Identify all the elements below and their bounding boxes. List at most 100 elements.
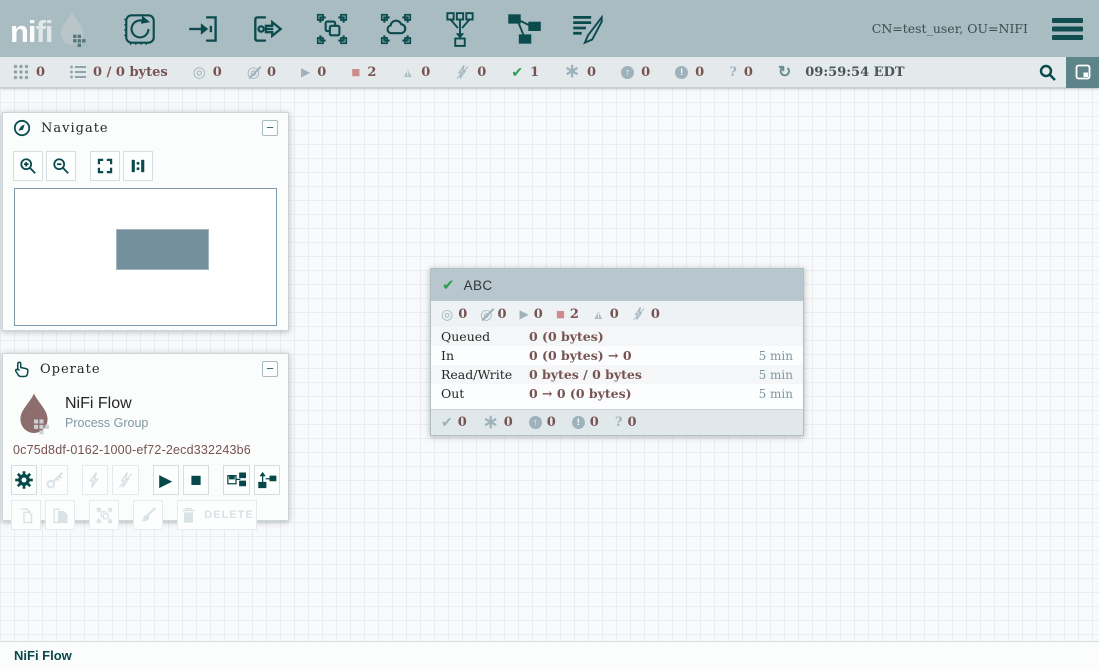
- process-group-abc[interactable]: ✔ ABC ◎ 0 ◎ 0 ▶ 0 ■ 2: [430, 268, 804, 436]
- locally-modified-icon: ∗: [564, 65, 580, 79]
- process-group-draggable[interactable]: [312, 9, 352, 49]
- transmitting-badge: ◎ 0: [441, 307, 467, 322]
- selected-component-name: NiFi Flow: [65, 395, 148, 413]
- zoom-actual-size-button[interactable]: [123, 151, 153, 181]
- operate-collapse-button[interactable]: −: [262, 361, 278, 377]
- zoom-out-button[interactable]: [46, 151, 76, 181]
- process-group-stats: Queued 0 (0 bytes) In 0 (0 bytes) → 0 5 …: [431, 327, 803, 403]
- locally-modified-icon: ∗: [483, 416, 499, 430]
- zoom-out-icon: [52, 157, 70, 175]
- stopped-icon: ■: [351, 65, 360, 80]
- disabled-count: 0: [651, 307, 660, 322]
- stopped-count: 2: [367, 65, 376, 80]
- refresh-icon[interactable]: ↻: [778, 62, 791, 82]
- configure-button[interactable]: [11, 465, 37, 495]
- stat-window: 5 min: [759, 387, 793, 401]
- remote-process-group-icon: [377, 10, 415, 48]
- flow-canvas[interactable]: Navigate −: [0, 88, 1099, 641]
- create-template-button[interactable]: [223, 465, 249, 495]
- sync-failure-badge: ? 0: [615, 415, 637, 430]
- invalid-icon: ▲: [401, 66, 414, 79]
- locally-modified-status: ∗ 0: [564, 65, 596, 80]
- color-button: [133, 500, 163, 530]
- stat-label: Out: [441, 386, 529, 401]
- output-port-draggable[interactable]: [248, 9, 288, 49]
- zoom-fit-button[interactable]: [90, 151, 120, 181]
- selected-component-text: NiFi Flow Process Group: [65, 392, 148, 436]
- locally-modified-count: 0: [504, 415, 513, 430]
- copy-icon: [17, 506, 36, 525]
- zoom-in-button[interactable]: [13, 151, 43, 181]
- remote-process-group-draggable[interactable]: [376, 9, 416, 49]
- global-menu-button[interactable]: [1052, 18, 1083, 40]
- sync-failure-icon: ?: [615, 415, 623, 430]
- label-draggable[interactable]: [568, 9, 608, 49]
- funnel-draggable[interactable]: [440, 9, 480, 49]
- up-to-date-icon: ✔: [441, 414, 453, 431]
- template-draggable[interactable]: [504, 9, 544, 49]
- label-icon: [569, 10, 607, 48]
- group-icon: [95, 506, 114, 525]
- stopped-status: ■ 2: [351, 65, 376, 80]
- start-button[interactable]: ▶: [153, 465, 179, 495]
- operate-panel-header[interactable]: Operate −: [3, 354, 288, 384]
- compass-icon: [13, 119, 31, 137]
- stop-icon: ■: [190, 471, 201, 490]
- refresh-status: ↻ 09:59:54 EDT: [778, 62, 905, 82]
- stat-value: 0 (0 bytes): [529, 329, 604, 344]
- input-port-icon: [185, 10, 223, 48]
- navigate-collapse-button[interactable]: −: [262, 120, 278, 136]
- birdseye-toggle-button[interactable]: [1066, 57, 1099, 88]
- running-status: ▶ 0: [301, 65, 326, 80]
- paste-button: [45, 500, 75, 530]
- stopped-count: 2: [570, 307, 579, 322]
- trash-icon: [180, 506, 197, 524]
- operate-title: Operate: [40, 362, 101, 377]
- not-transmitting-status: ◎ 0: [247, 65, 276, 80]
- navigate-panel-header[interactable]: Navigate −: [3, 113, 288, 143]
- stale-count: 0: [547, 415, 556, 430]
- locally-modified-stale-count: 0: [695, 65, 704, 80]
- stop-button[interactable]: ■: [183, 465, 209, 495]
- stat-label: Read/Write: [441, 367, 529, 382]
- processor-icon: [121, 10, 159, 48]
- invalid-icon: ▲: [592, 308, 605, 321]
- minimap-viewport-rect[interactable]: [116, 229, 209, 270]
- invalid-status: ▲ 0: [401, 65, 430, 80]
- upload-template-button[interactable]: [254, 465, 280, 495]
- transmitting-count: 0: [458, 307, 467, 322]
- enable-button: [82, 465, 108, 495]
- search-button[interactable]: [1028, 57, 1066, 88]
- access-policies-button: [41, 465, 67, 495]
- active-threads-status: 0: [13, 64, 45, 80]
- zoom-in-icon: [19, 157, 37, 175]
- hand-pointer-icon: [13, 360, 30, 378]
- stale-count: 0: [641, 65, 650, 80]
- stat-row-queued: Queued 0 (0 bytes): [431, 327, 803, 346]
- running-count: 0: [317, 65, 326, 80]
- queued-count: 0 / 0 bytes: [93, 65, 168, 80]
- queued-icon: [70, 65, 86, 79]
- funnel-icon: [441, 10, 479, 48]
- selected-component-type: Process Group: [65, 416, 148, 430]
- breadcrumb-nifi-flow[interactable]: NiFi Flow: [14, 648, 72, 663]
- locally-modified-stale-icon: !: [572, 416, 585, 429]
- running-count: 0: [534, 307, 543, 322]
- input-port-draggable[interactable]: [184, 9, 224, 49]
- operate-button-row-2: DELETE: [11, 500, 280, 530]
- nifi-drop-icon: [56, 11, 88, 47]
- birdseye-minimap[interactable]: [14, 188, 277, 326]
- process-group-drop-icon: [15, 392, 53, 436]
- selected-component-id: 0c75d8df-0162-1000-ef72-2ecd332243b6: [3, 436, 288, 457]
- disabled-icon: [455, 65, 470, 80]
- up-to-date-icon: ✔: [442, 276, 455, 294]
- output-port-icon: [249, 10, 287, 48]
- stat-value: 0 (0 bytes) → 0: [529, 348, 632, 363]
- stat-label: Queued: [441, 329, 529, 344]
- search-icon: [1039, 64, 1056, 81]
- process-group-header[interactable]: ✔ ABC: [431, 269, 803, 301]
- process-group-name: ABC: [464, 278, 493, 293]
- threads-icon: [13, 64, 29, 80]
- zoom-fit-icon: [96, 157, 114, 175]
- processor-draggable[interactable]: [120, 9, 160, 49]
